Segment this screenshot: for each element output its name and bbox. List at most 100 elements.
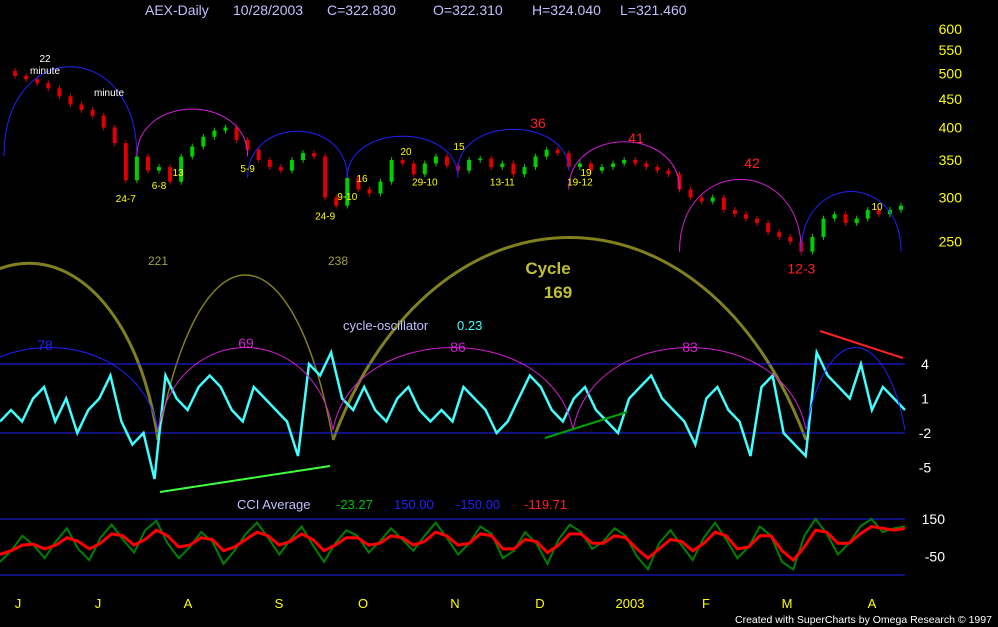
price-candle-body (134, 156, 139, 181)
header-symbol: AEX-Daily (145, 2, 209, 18)
price-candle-body (444, 156, 449, 166)
cci-average-line (0, 524, 906, 563)
cci-panel: 150 -50 J J A S O N D 2003 F M A (0, 511, 945, 611)
price-candle-body (500, 163, 505, 168)
price-candle-body (289, 159, 294, 171)
x-axis-tick-label: S (275, 596, 284, 611)
cci-value-current: -119.71 (524, 497, 567, 512)
osc-cycle-label: 78 (37, 337, 53, 353)
footer-credit: Created with SuperCharts by Omega Resear… (735, 614, 992, 626)
trough-date-label: 9-10 (337, 192, 357, 203)
price-candle-body (378, 181, 383, 194)
x-axis-tick-label: N (450, 596, 459, 611)
x-axis-tick-label: 2003 (616, 596, 645, 611)
price-cycle-label: minute (30, 66, 60, 77)
price-candle-body (721, 197, 726, 210)
trough-date-label: 24-9 (315, 211, 335, 222)
price-candle-body (699, 197, 704, 202)
price-candle-body (190, 146, 195, 157)
price-candle-body (865, 209, 870, 219)
x-axis-tick-label: F (702, 596, 710, 611)
osc-cycle-label: 69 (238, 335, 254, 351)
price-candle-body (821, 218, 826, 237)
header-close: C=322.830 (327, 2, 396, 18)
price-candle-body (112, 127, 117, 144)
price-candle-body (145, 156, 150, 171)
price-cycle-label: 22 (39, 54, 51, 65)
cci-value-upper: 150.00 (394, 497, 434, 512)
x-axis-tick-label: O (358, 596, 368, 611)
price-tick-label: 600 (939, 21, 963, 37)
price-candle-body (511, 163, 516, 175)
price-candle-body (810, 236, 815, 252)
trough-date-label: 6-8 (152, 181, 167, 192)
x-axis-tick-label: J (95, 596, 102, 611)
osc-tick-label: -5 (919, 460, 932, 476)
price-candle-body (123, 143, 128, 181)
price-panel: 600 550 500 450 400 350 300 250 24-7 6-8 5-9 24-99-… (0, 21, 963, 441)
price-candle-body (212, 130, 217, 137)
header-date: 10/28/2003 (233, 2, 303, 18)
price-candle-body (256, 149, 261, 160)
price-candle-body (323, 156, 328, 198)
trough-date-label: 19-12 (567, 177, 593, 188)
price-cycle-label: 15 (453, 142, 465, 153)
oscillator-panel: 4 1 -2 -5 78 69 86 83 (0, 330, 932, 493)
trough-date-label: 5-9 (240, 164, 255, 175)
price-candle-body (411, 163, 416, 175)
chart-canvas: AEX-Daily 10/28/2003 C=322.830 O=322.310… (0, 0, 998, 627)
price-cycle-label: 41 (628, 130, 644, 146)
price-candle-body (666, 170, 671, 175)
price-candle-body (522, 167, 527, 175)
x-axis-tick-label: J (15, 596, 22, 611)
major-cycle-label: 221 (148, 254, 168, 268)
price-cycle-label: 16 (356, 174, 368, 185)
cci-tick-label: -50 (925, 548, 945, 564)
price-tick-label: 350 (939, 152, 963, 168)
price-tick-label: 450 (939, 91, 963, 107)
cci-value-lower: -150.00 (456, 497, 500, 512)
price-candle-body (577, 163, 582, 168)
major-cycle-label: Cycle (525, 259, 570, 278)
trough-date-label: 12-3 (787, 261, 815, 277)
price-cycle-label: 19 (580, 168, 592, 179)
osc-divergence-line (819, 330, 904, 359)
price-candle-body (13, 70, 18, 76)
osc-tick-label: 4 (921, 356, 929, 372)
price-candle-body (422, 163, 427, 175)
price-candle-body (301, 153, 305, 160)
cci-tick-label: 150 (922, 511, 946, 527)
trough-date-label: 13-11 (490, 177, 515, 188)
price-candle-body (777, 232, 782, 237)
price-candle-body (832, 214, 837, 219)
oscillator-title: cycle-oscillator (343, 318, 429, 333)
price-candle-body (644, 163, 649, 168)
price-candle-body (788, 236, 793, 242)
price-candle-body (57, 88, 62, 97)
price-candle-body (688, 189, 693, 198)
cycle-chart: AEX-Daily 10/28/2003 C=322.830 O=322.310… (0, 2, 992, 626)
oscillator-value: 0.23 (457, 318, 482, 333)
price-candle-body (544, 149, 549, 157)
price-cycle-label: 42 (744, 155, 760, 171)
price-candle-body (389, 159, 394, 182)
price-cycle-arc (679, 178, 802, 252)
price-candle-body (312, 153, 317, 157)
price-candle-body (843, 214, 848, 224)
osc-cycle-label: 86 (450, 339, 466, 355)
price-cycle-label: minute (94, 88, 124, 99)
price-candle-body (600, 167, 604, 171)
price-cycle-arc (3, 66, 138, 157)
price-candle-body (655, 167, 660, 171)
price-candle-body (234, 127, 239, 141)
price-candle-body (766, 223, 771, 233)
price-candle-body (267, 159, 272, 168)
price-candle-body (278, 167, 283, 171)
price-candle-body (743, 214, 748, 219)
trough-date-label: 24-7 (116, 194, 136, 205)
major-cycle-label: 169 (544, 283, 572, 302)
header-open: O=322.310 (433, 2, 503, 18)
osc-cycle-label: 83 (682, 339, 698, 355)
price-candle-body (622, 159, 627, 164)
major-cycle-label: 238 (328, 254, 348, 268)
